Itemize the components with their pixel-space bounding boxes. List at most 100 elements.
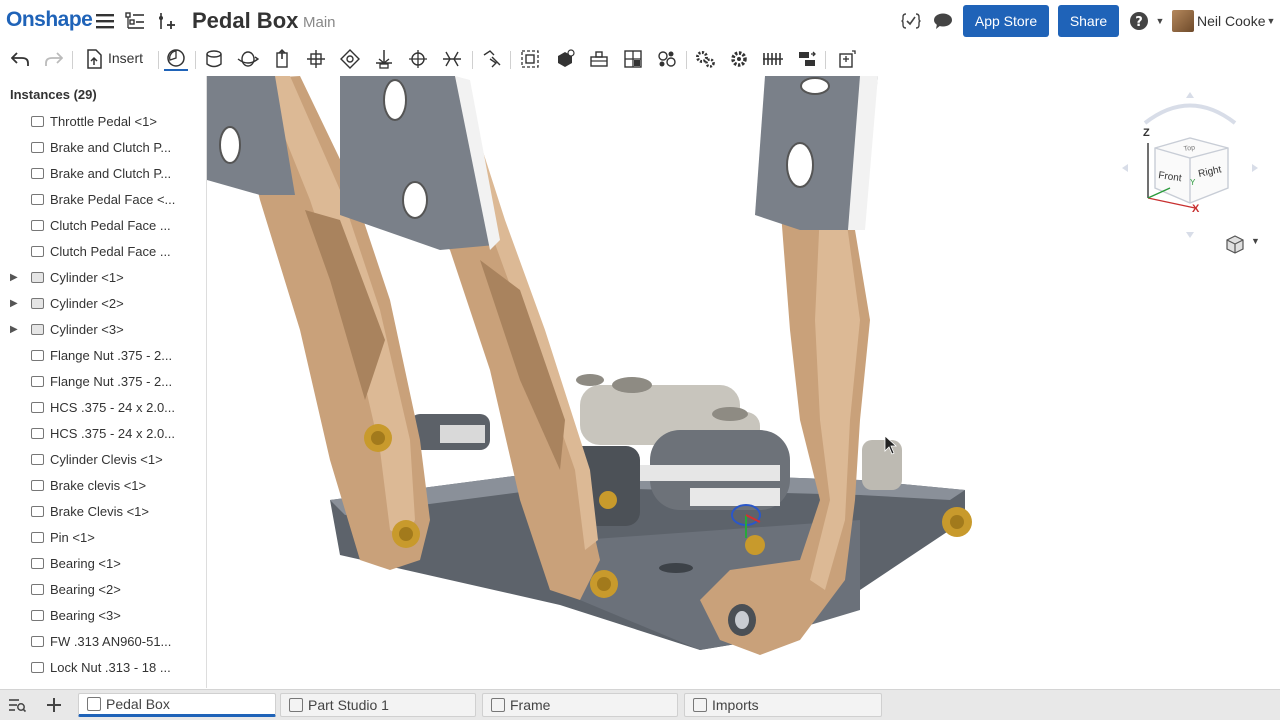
tab-part-studio-1[interactable]: Part Studio 1 <box>280 693 476 717</box>
menu-icon[interactable] <box>94 10 116 32</box>
instance-label: Brake and Clutch P... <box>50 139 172 155</box>
comment-icon[interactable] <box>932 10 954 32</box>
linear-pattern-icon[interactable] <box>553 47 577 71</box>
tab-frame[interactable]: Frame <box>482 693 678 717</box>
document-title[interactable]: Pedal Box <box>192 8 298 34</box>
user-menu[interactable]: Neil Cooke <box>1197 13 1265 29</box>
variable-icon[interactable] <box>900 10 922 32</box>
instance-list-item[interactable]: Throttle Pedal <1> <box>0 108 206 134</box>
assembly-tab-icon <box>87 697 101 711</box>
instance-list-item[interactable]: Cylinder Clevis <1> <box>0 446 206 472</box>
circular-pattern-icon[interactable] <box>587 47 611 71</box>
part-instance-icon <box>31 583 44 595</box>
instance-list-item[interactable]: HCS .375 - 24 x 2.0... <box>0 420 206 446</box>
rack-pinion-icon[interactable] <box>727 47 751 71</box>
mate-connector-icon[interactable] <box>164 47 188 71</box>
planar-mate-icon[interactable] <box>338 47 362 71</box>
instance-label: Cylinder <2> <box>50 295 124 311</box>
tab-manager-icon[interactable] <box>6 694 28 716</box>
part-instance-icon <box>31 609 44 621</box>
instance-label: Cylinder <3> <box>50 321 124 337</box>
axis-y-label: Y <box>1190 178 1196 187</box>
expand-caret-icon[interactable]: ▶ <box>10 324 18 335</box>
instance-list-item[interactable]: Flange Nut .375 - 2... <box>0 342 206 368</box>
instance-label: Flange Nut .375 - 2... <box>50 373 173 389</box>
insert-icon[interactable] <box>82 47 106 71</box>
instance-list-item[interactable]: FW .313 AN960-51... <box>0 628 206 654</box>
revolute-mate-icon[interactable] <box>236 47 260 71</box>
part-studio-tab-icon <box>289 698 303 712</box>
instance-list-item[interactable]: ▶ Cylinder <1> <box>0 264 206 290</box>
part-studio-tab-icon <box>491 698 505 712</box>
linear-relation-icon[interactable] <box>795 47 819 71</box>
group-icon[interactable] <box>518 47 542 71</box>
tab-imports[interactable]: Imports <box>684 693 882 717</box>
instance-list-item[interactable]: Brake clevis <1> <box>0 472 206 498</box>
instance-label: Throttle Pedal <1> <box>50 113 157 129</box>
user-chevron-down-icon[interactable]: ▼ <box>1264 10 1278 32</box>
expand-caret-icon[interactable]: ▶ <box>10 272 18 283</box>
instance-list-item[interactable]: Pin <1> <box>0 524 206 550</box>
ball-mate-icon[interactable] <box>406 47 430 71</box>
part-instance-icon <box>31 375 44 387</box>
assembly-instance-icon <box>31 271 44 283</box>
fastened-mate-icon[interactable] <box>304 47 328 71</box>
feature-list-icon[interactable] <box>124 10 146 32</box>
expand-caret-icon[interactable]: ▶ <box>10 298 18 309</box>
part-instance-icon <box>31 453 44 465</box>
tab-label: Frame <box>510 697 551 713</box>
toolbar-separator <box>510 51 511 69</box>
instance-label: Clutch Pedal Face ... <box>50 243 171 259</box>
instance-list-item[interactable]: Brake and Clutch P... <box>0 160 206 186</box>
mate-icon[interactable] <box>655 47 679 71</box>
instance-list-item[interactable]: Bearing <2> <box>0 576 206 602</box>
insert-button[interactable]: Insert <box>108 50 143 66</box>
help-icon[interactable]: ? <box>1128 10 1150 32</box>
instance-list-item[interactable]: ▶ Cylinder <2> <box>0 290 206 316</box>
help-chevron-down-icon[interactable]: ▼ <box>1149 10 1171 32</box>
app-store-button[interactable]: App Store <box>963 5 1049 37</box>
gear-relation-icon[interactable] <box>693 47 717 71</box>
instance-list-item[interactable]: Bearing <1> <box>0 550 206 576</box>
instance-list-item[interactable]: Clutch Pedal Face ... <box>0 212 206 238</box>
toolbar-separator <box>195 51 196 69</box>
tab-label: Pedal Box <box>106 696 170 712</box>
instance-list-item[interactable]: Bearing <3> <box>0 602 206 628</box>
add-tab-icon[interactable] <box>43 694 65 716</box>
instance-label: Lock Nut .313 - 18 ... <box>50 659 171 675</box>
toolbar-separator <box>825 51 826 69</box>
undo-icon[interactable] <box>8 47 32 71</box>
instance-list-item[interactable]: Clutch Pedal Face ... <box>0 238 206 264</box>
replicate-icon[interactable] <box>480 47 504 71</box>
tab-pedal-box[interactable]: Pedal Box <box>78 693 276 717</box>
redo-icon[interactable] <box>42 47 66 71</box>
branch-name[interactable]: Main <box>303 14 336 31</box>
instance-list-item[interactable]: Brake Clevis <1> <box>0 498 206 524</box>
parallel-mate-icon[interactable] <box>440 47 464 71</box>
share-button[interactable]: Share <box>1058 5 1119 37</box>
instance-label: FW .313 AN960-51... <box>50 633 172 649</box>
screw-relation-icon[interactable] <box>761 47 785 71</box>
instance-list-item[interactable]: HCS .375 - 24 x 2.0... <box>0 394 206 420</box>
instance-label: Brake Pedal Face <... <box>50 191 176 207</box>
configuration-icon[interactable] <box>835 47 859 71</box>
explode-icon[interactable] <box>621 47 645 71</box>
instance-list-item[interactable]: Lock Nut .313 - 18 ... <box>0 654 206 680</box>
avatar[interactable] <box>1172 10 1194 32</box>
part-instance-icon <box>31 245 44 257</box>
slider-mate-icon[interactable] <box>270 47 294 71</box>
instance-label: Clutch Pedal Face ... <box>50 217 171 233</box>
instance-list-item[interactable]: Flange Nut .375 - 2... <box>0 368 206 394</box>
pin-slot-mate-icon[interactable] <box>372 47 396 71</box>
instance-list-item[interactable]: Brake Pedal Face <... <box>0 186 206 212</box>
tab-label: Imports <box>712 697 759 713</box>
cylinder-mate-icon[interactable] <box>202 47 226 71</box>
instance-list-item[interactable]: Brake and Clutch P... <box>0 134 206 160</box>
add-feature-icon[interactable] <box>155 10 177 32</box>
instance-list-item[interactable]: ▶ Cylinder <3> <box>0 316 206 342</box>
view-mode-chevron-down-icon[interactable]: ▼ <box>1251 236 1260 246</box>
onshape-logo[interactable]: Onshape <box>6 8 93 32</box>
view-cube[interactable]: Z X Y Front Right Top <box>1110 88 1270 248</box>
graphics-viewport[interactable]: Z X Y Front Right Top ▼ <box>207 76 1280 688</box>
view-mode-cube-icon[interactable] <box>1225 234 1245 254</box>
